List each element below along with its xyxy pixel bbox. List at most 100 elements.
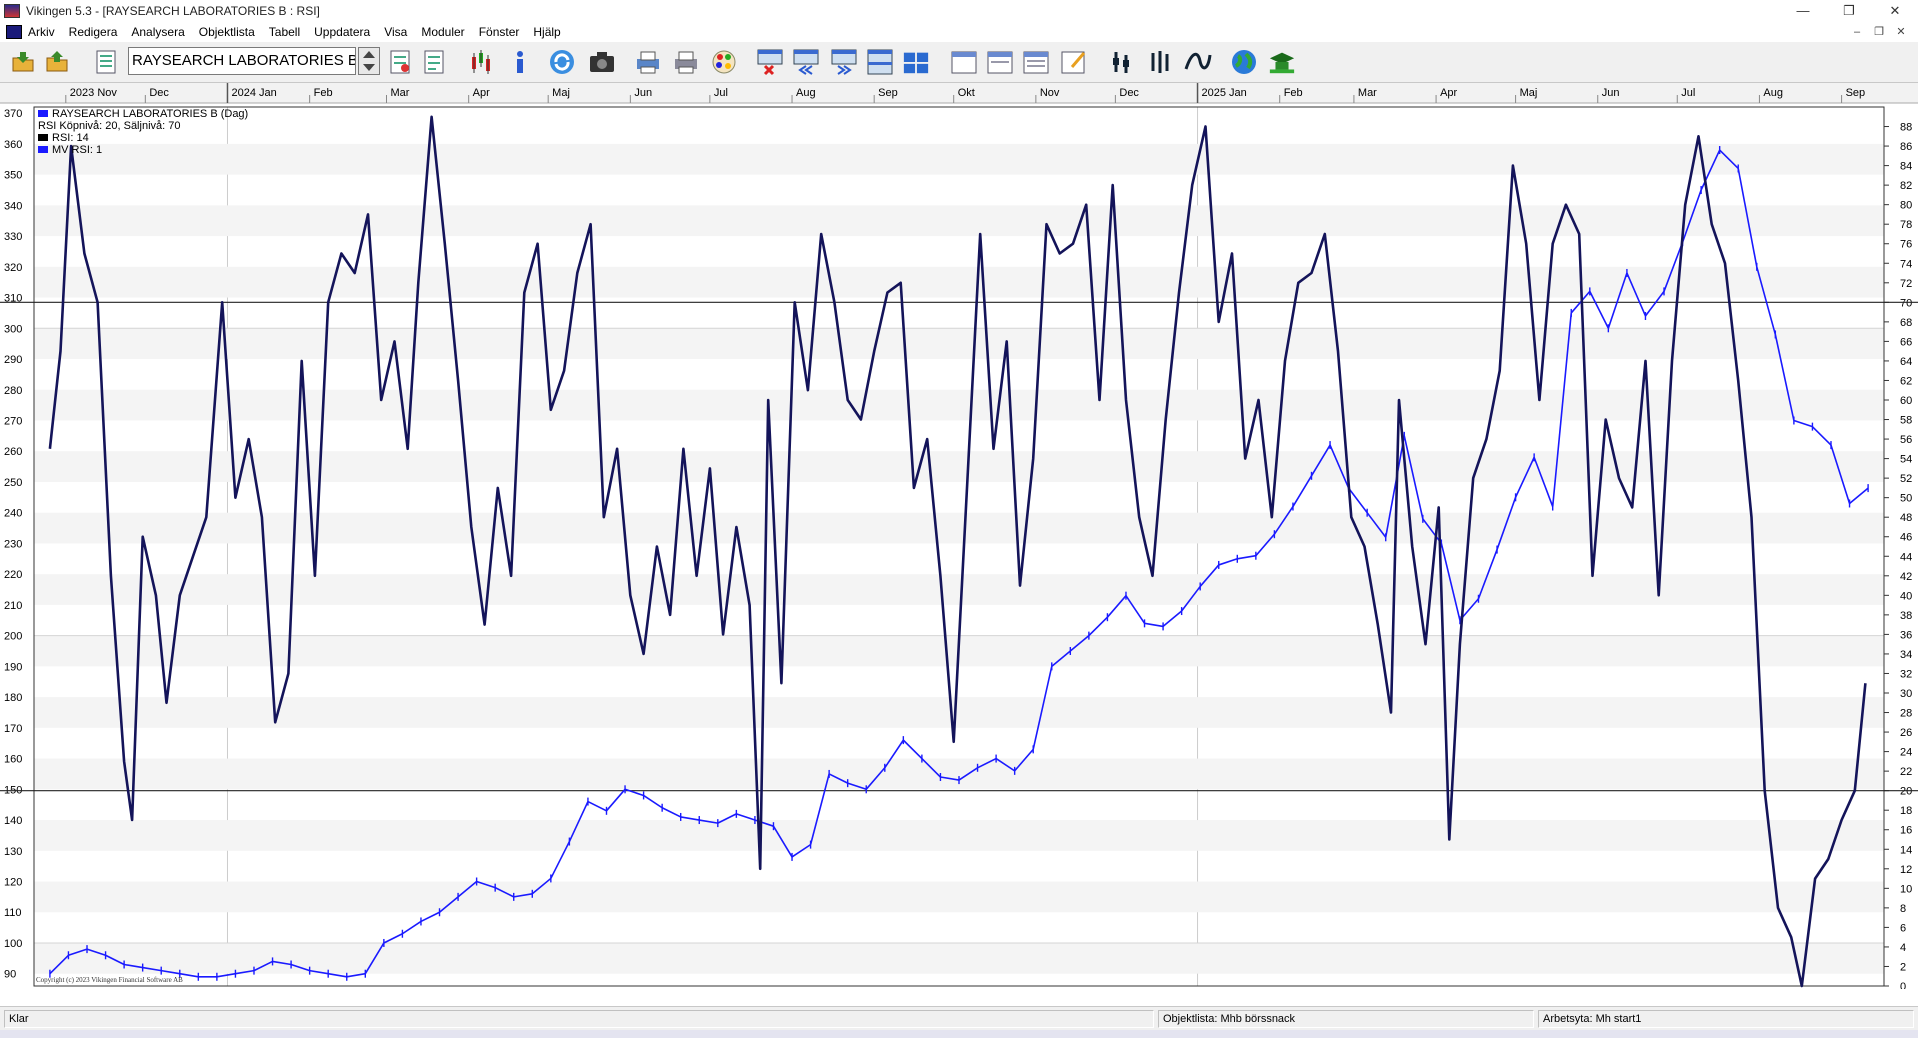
grid-band	[34, 942, 1884, 974]
maximize-button[interactable]: ❐	[1826, 0, 1872, 22]
document-icon[interactable]	[6, 25, 22, 39]
doc-minimize-button[interactable]: –	[1846, 22, 1868, 42]
month-label: Feb	[1284, 87, 1303, 99]
menu-bar: Arkiv Redigera Analysera Objektlista Tab…	[0, 22, 1918, 42]
menu-hjalp[interactable]: Hjälp	[533, 25, 560, 39]
menu-analysera[interactable]: Analysera	[131, 25, 184, 39]
status-bar: Klar Objektlista: Mhb börssnack Arbetsyt…	[0, 1006, 1918, 1031]
candlestick-chart-icon[interactable]	[468, 48, 496, 76]
tile-windows-icon[interactable]	[866, 48, 894, 76]
price-axis-label: 290	[4, 354, 22, 366]
month-label: Feb	[314, 87, 333, 99]
document-window-controls: – ❐ ✕	[1846, 22, 1912, 42]
menu-visa[interactable]: Visa	[384, 25, 407, 39]
calendar-day-icon[interactable]	[950, 48, 978, 76]
rsi-axis-label: 26	[1900, 727, 1912, 739]
edit-notes-icon[interactable]	[1060, 48, 1088, 76]
status-workspace: Arbetsyta: Mh start1	[1538, 1010, 1914, 1028]
save-folder-icon[interactable]	[44, 48, 72, 76]
month-label: Aug	[1763, 87, 1783, 99]
price-axis-label: 110	[4, 907, 22, 919]
minimize-button[interactable]: —	[1780, 0, 1826, 22]
rsi-axis-label: 54	[1900, 454, 1912, 466]
object-list-icon[interactable]	[92, 48, 120, 76]
printer-icon[interactable]	[672, 48, 700, 76]
open-folder-icon[interactable]	[10, 48, 38, 76]
edit-list-icon[interactable]	[386, 48, 414, 76]
rsi-axis-label: 38	[1900, 610, 1912, 622]
menu-arkiv[interactable]: Arkiv	[28, 25, 55, 39]
price-axis-label: 90	[4, 969, 16, 981]
rsi-axis-label: 46	[1900, 532, 1912, 544]
legend-swatch	[38, 146, 48, 153]
rsi-axis-label: 16	[1900, 825, 1912, 837]
info-icon[interactable]	[506, 48, 534, 76]
layout-grid-icon[interactable]	[902, 48, 930, 76]
price-axis-label: 120	[4, 877, 22, 889]
menu-fonster[interactable]: Fönster	[479, 25, 520, 39]
symbol-input[interactable]: RAYSEARCH LABORATORIES B	[128, 47, 356, 75]
rsi-axis-label: 20	[1900, 786, 1912, 798]
legend-entry: RAYSEARCH LABORATORIES B (Dag)	[52, 108, 248, 120]
rsi-axis-label: 8	[1900, 903, 1906, 915]
rsi-axis-label: 64	[1900, 356, 1912, 368]
price-axis-label: 100	[4, 938, 22, 950]
rsi-axis-label: 50	[1900, 493, 1912, 505]
print-preview-icon[interactable]	[634, 48, 662, 76]
line-chart-icon[interactable]	[1184, 48, 1212, 76]
bar-chart-icon[interactable]	[1108, 48, 1136, 76]
rsi-axis-label: 88	[1900, 122, 1912, 134]
price-axis-label: 280	[4, 385, 22, 397]
rsi-axis-label: 62	[1900, 375, 1912, 387]
menu-redigera[interactable]: Redigera	[69, 25, 118, 39]
globe-icon[interactable]	[1230, 48, 1258, 76]
report-list-icon[interactable]	[420, 48, 448, 76]
month-label: Apr	[1440, 87, 1457, 99]
rsi-axis-label: 84	[1900, 161, 1912, 173]
ohlc-chart-icon[interactable]	[1146, 48, 1174, 76]
grid-band	[34, 143, 1884, 175]
status-object-list: Objektlista: Mhb börssnack	[1158, 1010, 1534, 1028]
rsi-axis-label: 4	[1900, 942, 1906, 954]
symbol-spinner[interactable]	[358, 47, 380, 75]
delete-window-icon[interactable]	[756, 48, 784, 76]
rsi-axis-label: 34	[1900, 649, 1912, 661]
rsi-axis-label: 52	[1900, 473, 1912, 485]
legend-swatch	[38, 134, 48, 141]
calendar-week-icon[interactable]	[986, 48, 1014, 76]
rsi-axis-label: 66	[1900, 336, 1912, 348]
chart-area[interactable]: 2023 Nov Dec 2024 Jan Feb Mar Apr Maj Jun Jul Aug…	[0, 83, 1918, 993]
refresh-icon[interactable]	[548, 48, 576, 76]
copyright-text: Copyright (c) 2023 Vikingen Financial So…	[36, 976, 183, 984]
menu-objektlista[interactable]: Objektlista	[199, 25, 255, 39]
rsi-axis-label: 86	[1900, 141, 1912, 153]
scroll-left-icon[interactable]	[792, 48, 820, 76]
rsi-axis-label: 60	[1900, 395, 1912, 407]
rsi-axis-label: 32	[1900, 668, 1912, 680]
month-label: Nov	[1040, 87, 1060, 99]
menu-tabell[interactable]: Tabell	[269, 25, 300, 39]
color-palette-icon[interactable]	[710, 48, 738, 76]
rsi-axis-label: 24	[1900, 747, 1912, 759]
rsi-chart[interactable]: 2023 Nov Dec 2024 Jan Feb Mar Apr Maj Jun Jul Aug…	[0, 83, 1918, 993]
camera-icon[interactable]	[588, 48, 616, 76]
rsi-axis-label: 42	[1900, 571, 1912, 583]
grid-band	[34, 820, 1884, 851]
grid-band	[34, 881, 1884, 913]
graduation-icon[interactable]	[1268, 48, 1296, 76]
scroll-right-icon[interactable]	[830, 48, 858, 76]
menu-moduler[interactable]: Moduler	[421, 25, 464, 39]
grid-band	[34, 451, 1884, 482]
title-bar: Vikingen 5.3 - [RAYSEARCH LABORATORIES B…	[0, 0, 1918, 22]
doc-restore-button[interactable]: ❐	[1868, 22, 1890, 42]
doc-close-button[interactable]: ✕	[1890, 22, 1912, 42]
price-axis-label: 330	[4, 231, 22, 243]
month-label: 2024 Jan	[231, 87, 276, 99]
price-axis-label: 170	[4, 723, 22, 735]
legend-entry: MV RSI: 1	[52, 144, 102, 156]
price-axis-label: 240	[4, 508, 22, 520]
price-axis-label: 220	[4, 569, 22, 581]
calendar-month-icon[interactable]	[1022, 48, 1050, 76]
menu-uppdatera[interactable]: Uppdatera	[314, 25, 370, 39]
close-button[interactable]: ✕	[1872, 0, 1918, 22]
